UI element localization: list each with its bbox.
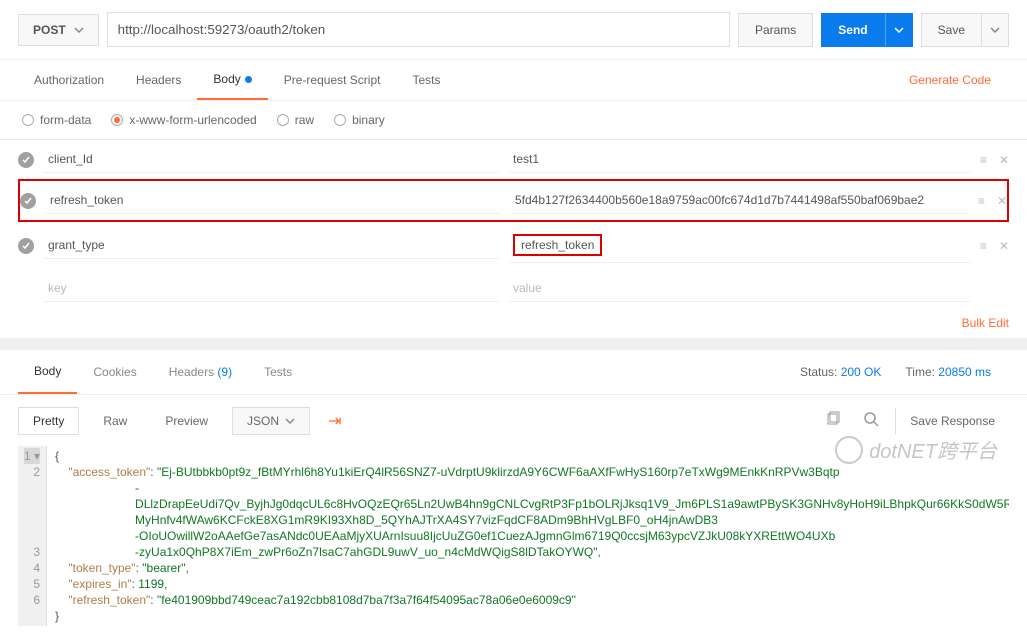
format-select[interactable]: JSON [232,407,310,435]
code-content: { "access_token": "Ej-BUtbbkb0pt9z_fBtMY… [47,446,1009,626]
response-body[interactable]: 1 ▾2 3456 { "access_token": "Ej-BUtbbkb0… [0,446,1027,636]
send-dropdown[interactable] [885,13,913,47]
chevron-down-icon [894,27,904,33]
radio-urlencoded[interactable]: x-www-form-urlencoded [111,113,256,127]
radio-binary[interactable]: binary [334,113,385,127]
radio-formdata[interactable]: form-data [22,113,91,127]
method-select[interactable]: POST [18,14,99,46]
param-key-input[interactable]: grant_type [44,232,499,259]
generate-code-link[interactable]: Generate Code [891,61,1009,99]
param-key-input[interactable]: refresh_token [46,187,501,214]
save-response-button[interactable]: Save Response [895,408,1009,434]
delete-icon[interactable]: ✕ [999,153,1009,167]
param-key-input[interactable]: client_Id [44,146,499,173]
drag-icon[interactable]: ≡ [978,194,985,208]
delete-icon[interactable]: ✕ [997,194,1007,208]
method-label: POST [33,23,66,37]
resp-tab-headers[interactable]: Headers (9) [153,351,248,393]
wrap-icon[interactable]: ⇥ [320,407,349,435]
param-row: client_Id test1 ≡ ✕ [18,140,1009,179]
tab-headers[interactable]: Headers [120,61,197,99]
tab-authorization[interactable]: Authorization [18,61,120,99]
search-icon[interactable] [857,405,885,436]
radio-icon [334,114,346,126]
radio-icon [277,114,289,126]
save-dropdown[interactable] [982,13,1009,47]
param-value-input[interactable]: 5fd4b127f2634400b560e18a9759ac00fc674d1d… [511,187,968,214]
time-label: Time: 20850 ms [905,365,991,379]
param-row: refresh_token 5fd4b127f2634400b560e18a97… [18,179,1009,222]
line-gutter: 1 ▾2 3456 [18,446,47,626]
radio-raw[interactable]: raw [277,113,314,127]
chevron-down-icon [74,27,84,33]
url-input[interactable] [107,12,730,47]
param-row-empty: key value ≡✕ [18,269,1009,308]
param-value-input[interactable]: refresh_token [509,228,970,263]
param-value-input[interactable]: test1 [509,146,970,173]
param-value-input[interactable]: value [509,275,970,302]
watermark: dotNET跨平台 [835,435,997,464]
param-row: grant_type refresh_token ≡ ✕ [18,222,1009,269]
tab-prerequest[interactable]: Pre-request Script [268,61,397,99]
check-icon[interactable] [18,238,34,254]
save-button[interactable]: Save [921,13,982,47]
chevron-down-icon [990,27,1000,33]
drag-icon[interactable]: ≡ [980,239,987,253]
resp-tab-tests[interactable]: Tests [248,351,308,393]
view-pretty-button[interactable]: Pretty [18,407,79,435]
params-button[interactable]: Params [738,13,813,47]
resp-tab-body[interactable]: Body [18,350,77,394]
chevron-down-icon [285,418,295,424]
tab-tests[interactable]: Tests [396,61,456,99]
drag-icon[interactable]: ≡ [980,153,987,167]
bulk-edit-link[interactable]: Bulk Edit [944,308,1027,338]
check-icon[interactable] [18,152,34,168]
tab-body[interactable]: Body [197,60,267,100]
view-raw-button[interactable]: Raw [89,408,141,434]
resp-tab-cookies[interactable]: Cookies [77,351,152,393]
radio-icon [111,114,123,126]
copy-icon[interactable] [819,405,847,436]
modified-dot-icon [245,76,252,83]
check-icon[interactable] [20,193,36,209]
send-button[interactable]: Send [821,13,884,47]
status-label: Status: 200 OK [800,365,881,379]
delete-icon[interactable]: ✕ [999,239,1009,253]
view-preview-button[interactable]: Preview [151,408,222,434]
param-key-input[interactable]: key [44,275,499,302]
radio-icon [22,114,34,126]
